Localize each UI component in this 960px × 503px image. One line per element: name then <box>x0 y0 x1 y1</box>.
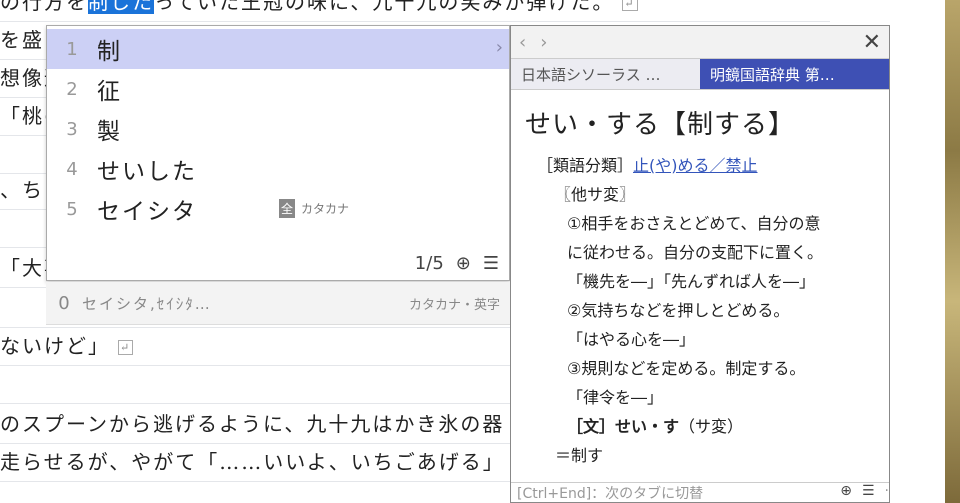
candidate-category: カタカナ・英字 <box>408 297 500 313</box>
candidate-row[interactable]: 5 セイシタ 全カタカナ <box>47 189 509 229</box>
candidate-word: セイシタ,ｾｲｼﾀ… <box>82 294 212 313</box>
line-text: のスプーンから逃げるように、九十九はかき氷の器 <box>0 412 505 436</box>
candidate-word: 制 <box>97 39 122 65</box>
headword: せい・する【制する】 <box>525 110 796 140</box>
bungo-note: （サ変） <box>679 417 744 436</box>
tab-thesaurus[interactable]: 日本語シソーラス … <box>511 59 700 89</box>
candidate-row[interactable]: 1 制 › <box>47 29 509 69</box>
candidate-number: 4 <box>66 158 78 180</box>
line-text: ないけど」 <box>0 334 110 358</box>
tab-meikyo-dictionary[interactable]: 明鏡国語辞典 第… <box>700 59 889 89</box>
list-icon[interactable]: ☰ <box>862 483 875 502</box>
candidate-number: 5 <box>66 198 78 220</box>
return-mark-icon: ↵ <box>622 0 638 11</box>
candidate-number: 3 <box>66 118 78 140</box>
equivalent: ＝制す <box>555 446 604 465</box>
more-icon[interactable]: · <box>885 483 889 502</box>
back-icon[interactable]: ‹ <box>519 32 526 53</box>
ime-candidate-window: 1 制 › 2 征 3 製 4 せいした 5 セイシタ全カタカナ 1/5 ⊕ ☰ <box>46 25 510 281</box>
full-width-badge: 全 <box>279 199 296 218</box>
desktop-background <box>945 0 960 503</box>
definition-line: 「はやる心を―」 <box>567 330 696 349</box>
definition-line: 「機先を―」「先んずれば人を―」 <box>567 272 816 291</box>
candidate-number: 1 <box>66 38 78 60</box>
definition-line: ①相手をおさえとどめて、自分の意 <box>567 214 821 233</box>
category-label: ［類語分類］ <box>537 156 634 175</box>
candidate-word: セイシタ <box>97 199 197 225</box>
selected-text: 制した <box>88 0 154 14</box>
definition-line: 「律令を―」 <box>567 388 664 407</box>
bungo-form: ［文］せい・す <box>567 417 680 436</box>
candidate-number: 0 <box>58 292 70 314</box>
candidate-word: 征 <box>97 79 122 105</box>
editor-line[interactable]: の行方を制したっていた王冠の味に、九十九の笑みが弾けた。 ↵ <box>0 0 830 22</box>
chevron-right-icon[interactable]: › <box>496 37 503 58</box>
line-text: の行方を <box>0 0 88 14</box>
zoom-in-icon[interactable]: ⊕ <box>840 483 852 502</box>
candidate-number: 2 <box>66 78 78 100</box>
candidate-word: 製 <box>97 119 122 145</box>
dictionary-panel: ‹ › ✕ 日本語シソーラス … 明鏡国語辞典 第… せい・する【制する】 ［類… <box>510 25 890 503</box>
close-icon[interactable]: ✕ <box>863 30 881 55</box>
candidate-row[interactable]: 4 せいした <box>47 149 509 189</box>
footer-hint: [Ctrl+End]：次のタブに切替 <box>517 486 704 502</box>
zoom-in-icon[interactable]: ⊕ <box>456 253 471 274</box>
page-indicator: 1/5 <box>414 253 444 274</box>
forward-icon[interactable]: › <box>540 32 547 53</box>
return-mark-icon: ↵ <box>118 340 134 355</box>
definition-line: に従わせる。自分の支配下に置く。 <box>567 243 824 262</box>
part-of-speech: 〖他サ変〗 <box>555 185 636 204</box>
candidate-category: カタカナ <box>301 202 350 216</box>
line-text: 走らせるが、やがて「……いいよ、いちごあげる」 <box>0 450 505 474</box>
candidate-row[interactable]: 3製 <box>47 109 509 149</box>
definition-line: ②気持ちなどを押しとどめる。 <box>567 301 790 320</box>
list-icon[interactable]: ☰ <box>483 253 499 274</box>
candidate-row-0[interactable]: 0 セイシタ,ｾｲｼﾀ… カタカナ・英字 <box>46 282 510 325</box>
line-text: 、ち <box>0 178 44 202</box>
definition-line: ③規則などを定める。制定する。 <box>567 359 806 378</box>
candidate-row[interactable]: 2征 <box>47 69 509 109</box>
line-text: っていた王冠の味に、九十九の笑みが弾けた。 <box>154 0 615 14</box>
candidate-word: せいした <box>97 159 197 185</box>
category-link[interactable]: 止(や)める／禁止 <box>633 156 758 175</box>
